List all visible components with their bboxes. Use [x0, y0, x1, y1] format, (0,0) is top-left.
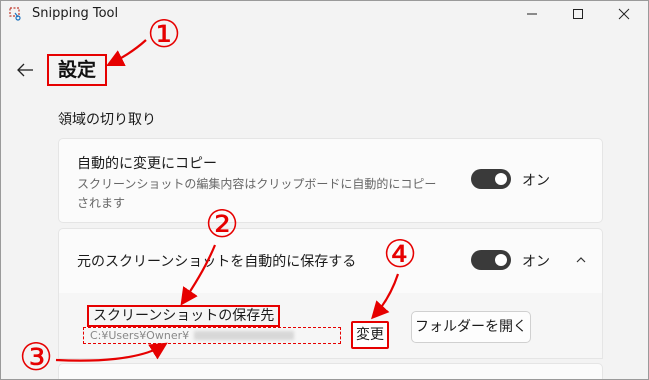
chevron-up-icon[interactable] — [574, 253, 588, 267]
change-location-button[interactable]: 変更 — [351, 321, 389, 349]
back-arrow-icon — [17, 63, 33, 77]
open-folder-button[interactable]: フォルダーを開く — [411, 311, 531, 343]
snipping-tool-icon — [9, 7, 21, 21]
annotation-badge-3: ③ — [18, 335, 54, 379]
back-button[interactable] — [11, 56, 39, 84]
annotation-badge-1: ① — [146, 12, 182, 56]
auto-save-title: 元のスクリーンショットを自動的に保存する — [77, 254, 357, 270]
title-bar: Snipping Tool — [1, 1, 648, 27]
save-location-path: C:¥Users¥Owner¥ — [83, 327, 341, 344]
maximize-button[interactable] — [555, 1, 601, 27]
close-icon — [618, 8, 630, 20]
auto-copy-description: スクリーンショットの編集内容はクリップボードに自動的にコピーされます — [77, 177, 437, 210]
auto-copy-toggle[interactable] — [471, 169, 511, 189]
minimize-button[interactable] — [509, 1, 555, 27]
close-button[interactable] — [601, 1, 647, 27]
folder-path-text: C:¥Users¥Owner¥ — [90, 329, 190, 342]
auto-copy-title: 自動的に変更にコピー — [77, 156, 217, 172]
save-location-panel: スクリーンショットの保存先 C:¥Users¥Owner¥ 変更 フォルダーを開… — [58, 293, 603, 359]
page-title: 設定 — [47, 54, 107, 86]
auto-save-toggle[interactable] — [471, 250, 511, 270]
toggle-knob — [495, 254, 507, 266]
maximize-icon — [573, 9, 583, 19]
toggle-knob — [495, 173, 507, 185]
app-window: Snipping Tool 設定 領域の切り取り 自動的に変更にコピー スクリー… — [0, 0, 649, 380]
section-heading: 領域の切り取り — [58, 112, 156, 128]
auto-copy-toggle-label: オン — [522, 173, 550, 189]
minimize-icon — [527, 13, 537, 15]
redacted-path — [194, 331, 294, 340]
auto-save-setting-card[interactable]: 元のスクリーンショットを自動的に保存する オン — [58, 228, 603, 294]
auto-copy-setting-card: 自動的に変更にコピー スクリーンショットの編集内容はクリップボードに自動的にコピ… — [58, 138, 603, 223]
window-title: Snipping Tool — [32, 6, 119, 21]
auto-save-toggle-label: オン — [522, 254, 550, 270]
annotation-badge-4: ④ — [382, 232, 418, 276]
annotation-badge-2: ② — [204, 202, 240, 246]
save-location-label: スクリーンショットの保存先 — [87, 305, 281, 327]
next-setting-card — [58, 363, 603, 379]
